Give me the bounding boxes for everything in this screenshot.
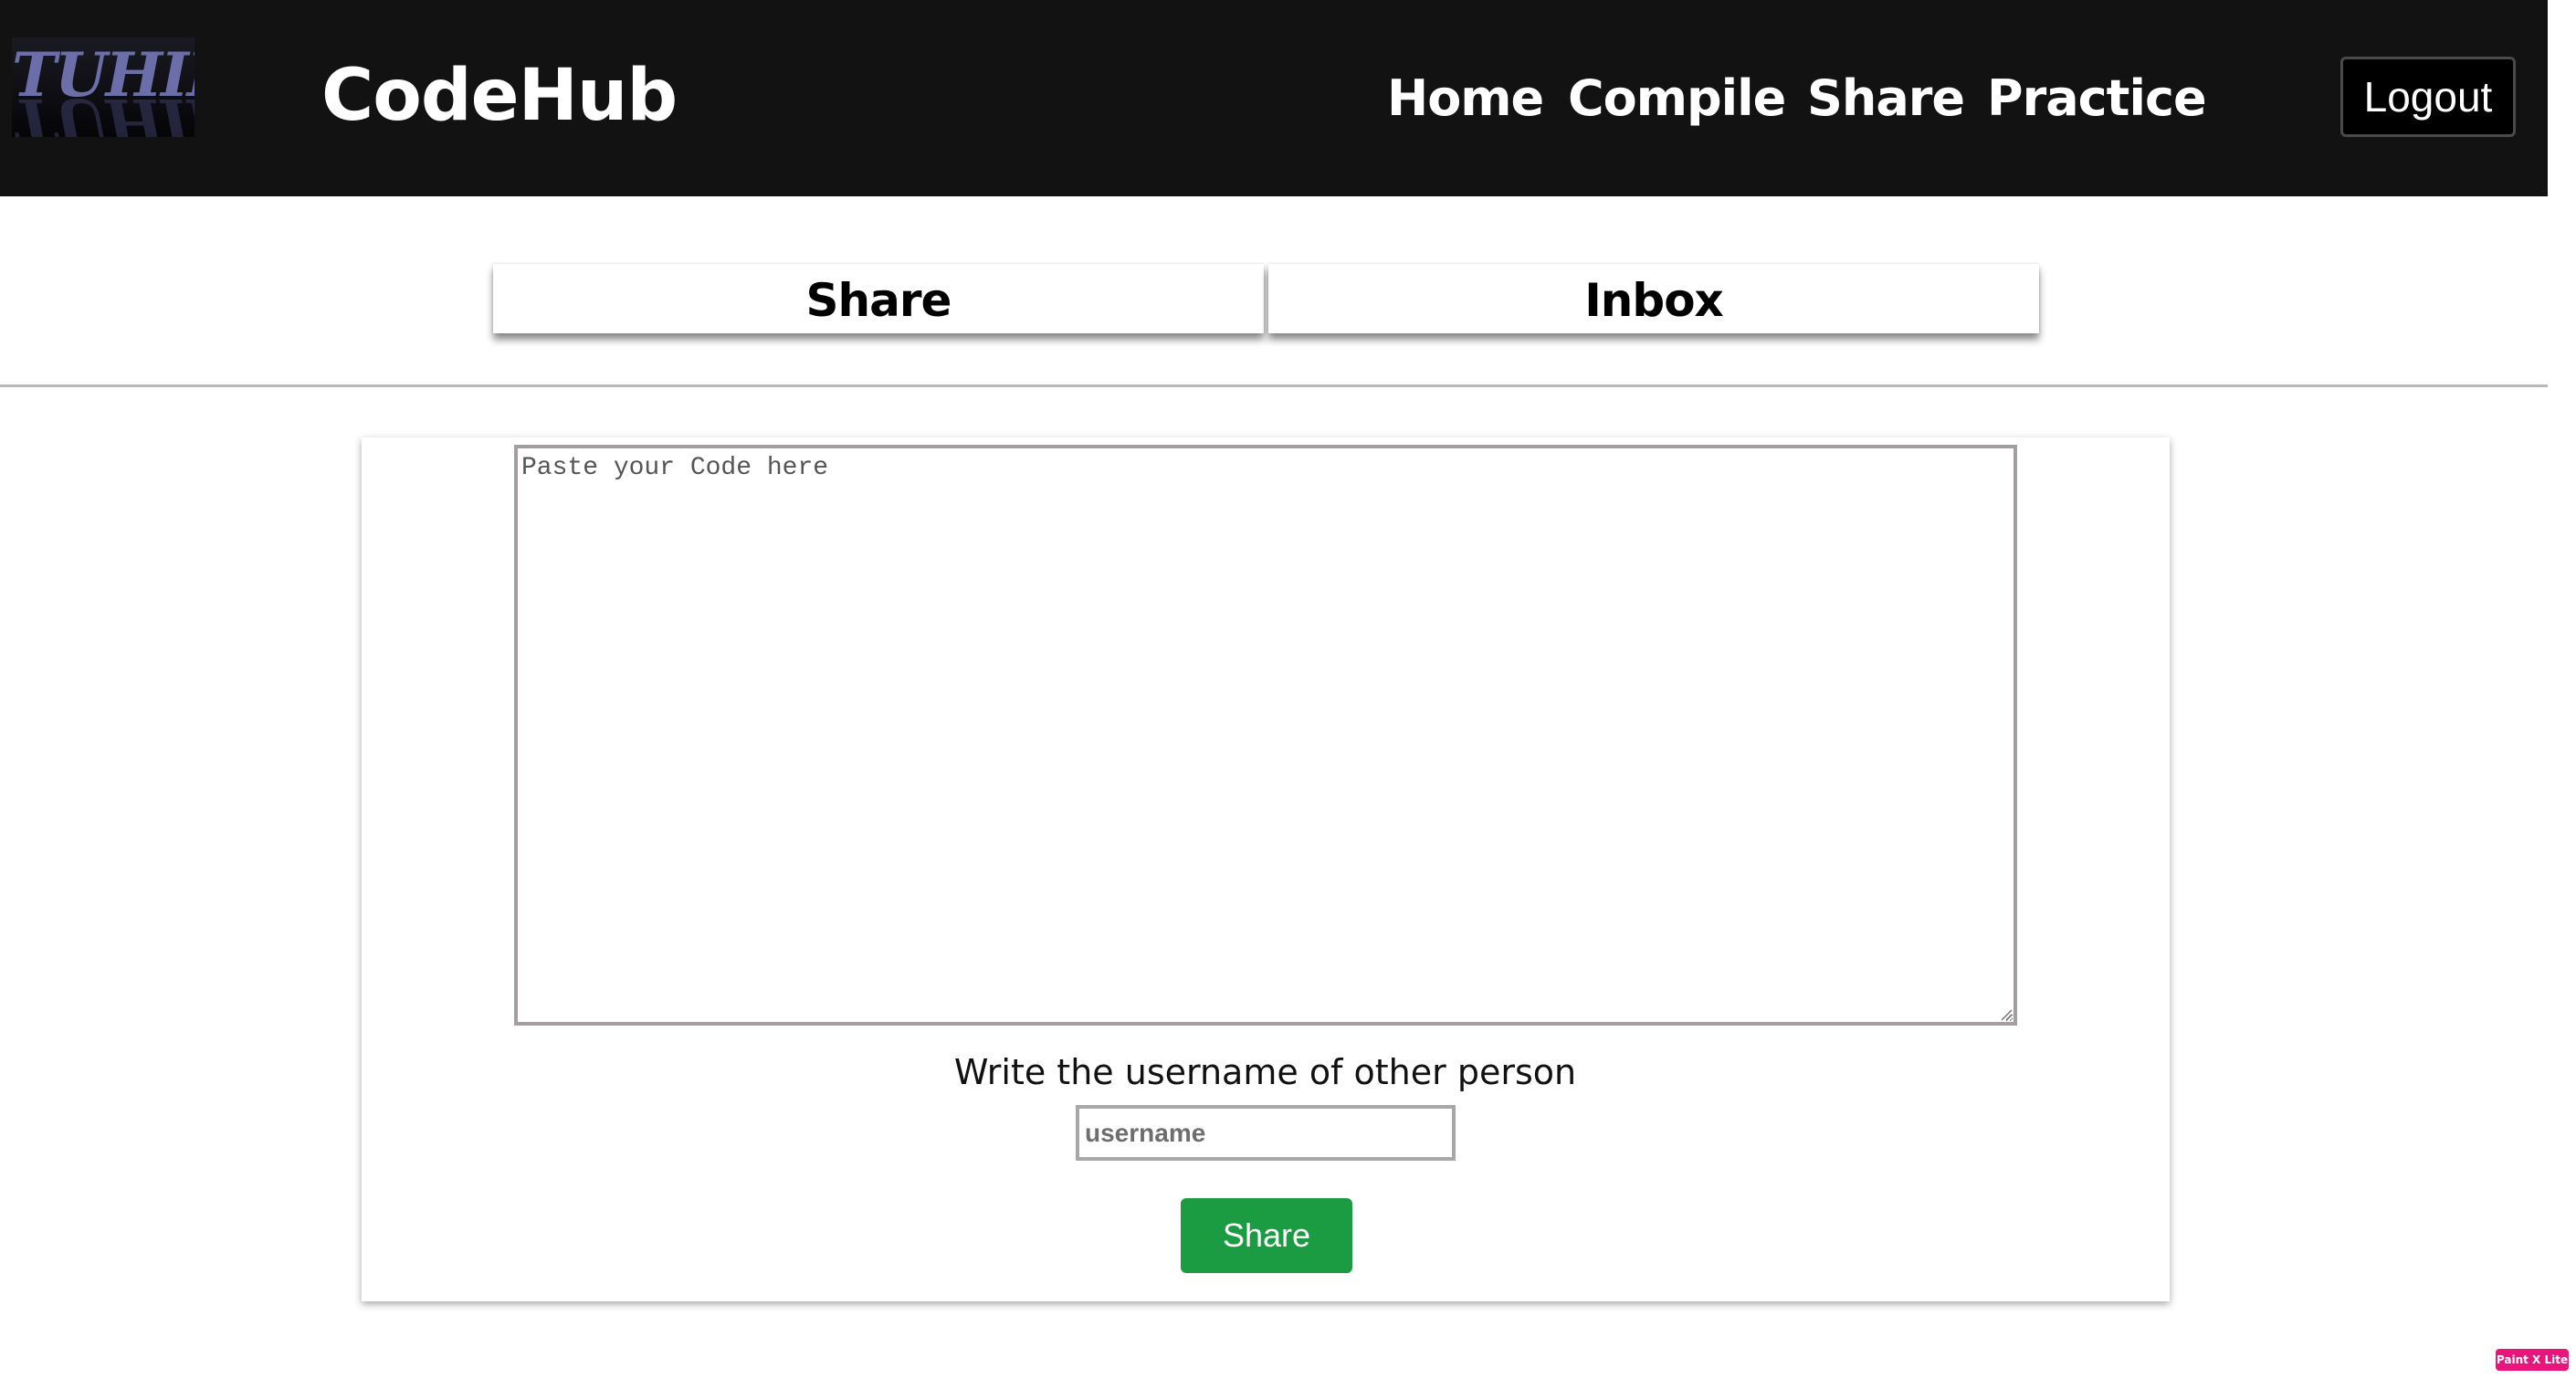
top-navbar: TUHIN TUHIN CodeHub Home Compile Share P… <box>0 0 2548 196</box>
corner-badge: Paint X Lite <box>2496 1349 2569 1371</box>
nav-practice-link[interactable]: Practice <box>1987 62 2207 135</box>
site-logo[interactable]: TUHIN TUHIN <box>12 37 195 137</box>
nav-home-link[interactable]: Home <box>1387 62 1544 135</box>
logout-button[interactable]: Logout <box>2340 57 2516 137</box>
share-submit-button[interactable]: Share <box>1181 1198 1352 1273</box>
tab-inbox[interactable]: Inbox <box>1268 264 2039 333</box>
username-input[interactable] <box>1076 1105 1456 1161</box>
username-prompt: Write the username of other person <box>953 1052 1577 1092</box>
logo-reflection: TUHIN <box>12 85 195 137</box>
nav-share-link[interactable]: Share <box>1807 62 1965 135</box>
nav-compile-link[interactable]: Compile <box>1568 62 1786 135</box>
code-textarea[interactable] <box>514 445 2017 1026</box>
section-divider <box>0 384 2548 387</box>
brand-title[interactable]: CodeHub <box>321 53 678 140</box>
tab-share[interactable]: Share <box>493 264 1264 333</box>
